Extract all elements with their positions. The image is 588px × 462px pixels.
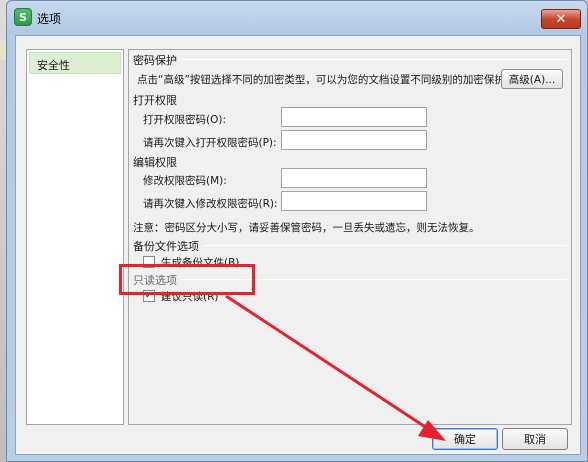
close-icon: ✕ [555,11,567,27]
edit-password-confirm-label: 请再次键入修改权限密码(R): [143,198,278,210]
app-icon: S [14,8,32,26]
edit-permission-title: 编辑权限 [133,154,181,170]
divider [133,59,567,60]
ok-button[interactable]: 确定 [432,428,498,450]
edit-password-field[interactable] [281,168,427,188]
password-note: 注意：密码区分大小写，请妥善保管密码，一旦丢失或遗忘，则无法恢复。 [133,222,480,234]
open-password-confirm-label: 请再次键入打开权限密码(P): [143,137,277,149]
title-bar[interactable]: S 选项 ✕ [7,1,587,35]
sidebar-item-security[interactable]: 安全性 [29,52,121,74]
options-dialog: S 选项 ✕ 安全性 密码保护 点击“高级”按钮选择不同的加密类型，可以为您的文… [6,0,588,462]
backup-options-title: 备份文件选项 [133,238,203,254]
advanced-button[interactable]: 高级(A)... [501,69,563,89]
sidebar-item-label: 安全性 [37,59,70,72]
open-password-field[interactable] [281,107,427,127]
edit-password-confirm-field[interactable] [281,191,427,211]
highlight-box [119,264,255,295]
category-sidebar: 安全性 [26,49,124,425]
password-protection-description: 点击“高级”按钮选择不同的加密类型，可以为您的文档设置不同级别的加密保护。 [137,74,516,86]
open-permission-title: 打开权限 [133,92,181,108]
dialog-client-area: 安全性 密码保护 点击“高级”按钮选择不同的加密类型，可以为您的文档设置不同级别… [15,35,581,455]
open-password-confirm-field[interactable] [281,130,427,150]
cancel-button[interactable]: 取消 [502,428,568,450]
password-protection-title: 密码保护 [133,52,181,68]
security-panel: 密码保护 点击“高级”按钮选择不同的加密类型，可以为您的文档设置不同级别的加密保… [128,49,572,425]
edit-password-label: 修改权限密码(M): [143,175,227,187]
close-button[interactable]: ✕ [541,9,581,29]
dialog-title: 选项 [37,12,62,26]
open-password-label: 打开权限密码(O): [143,114,226,126]
